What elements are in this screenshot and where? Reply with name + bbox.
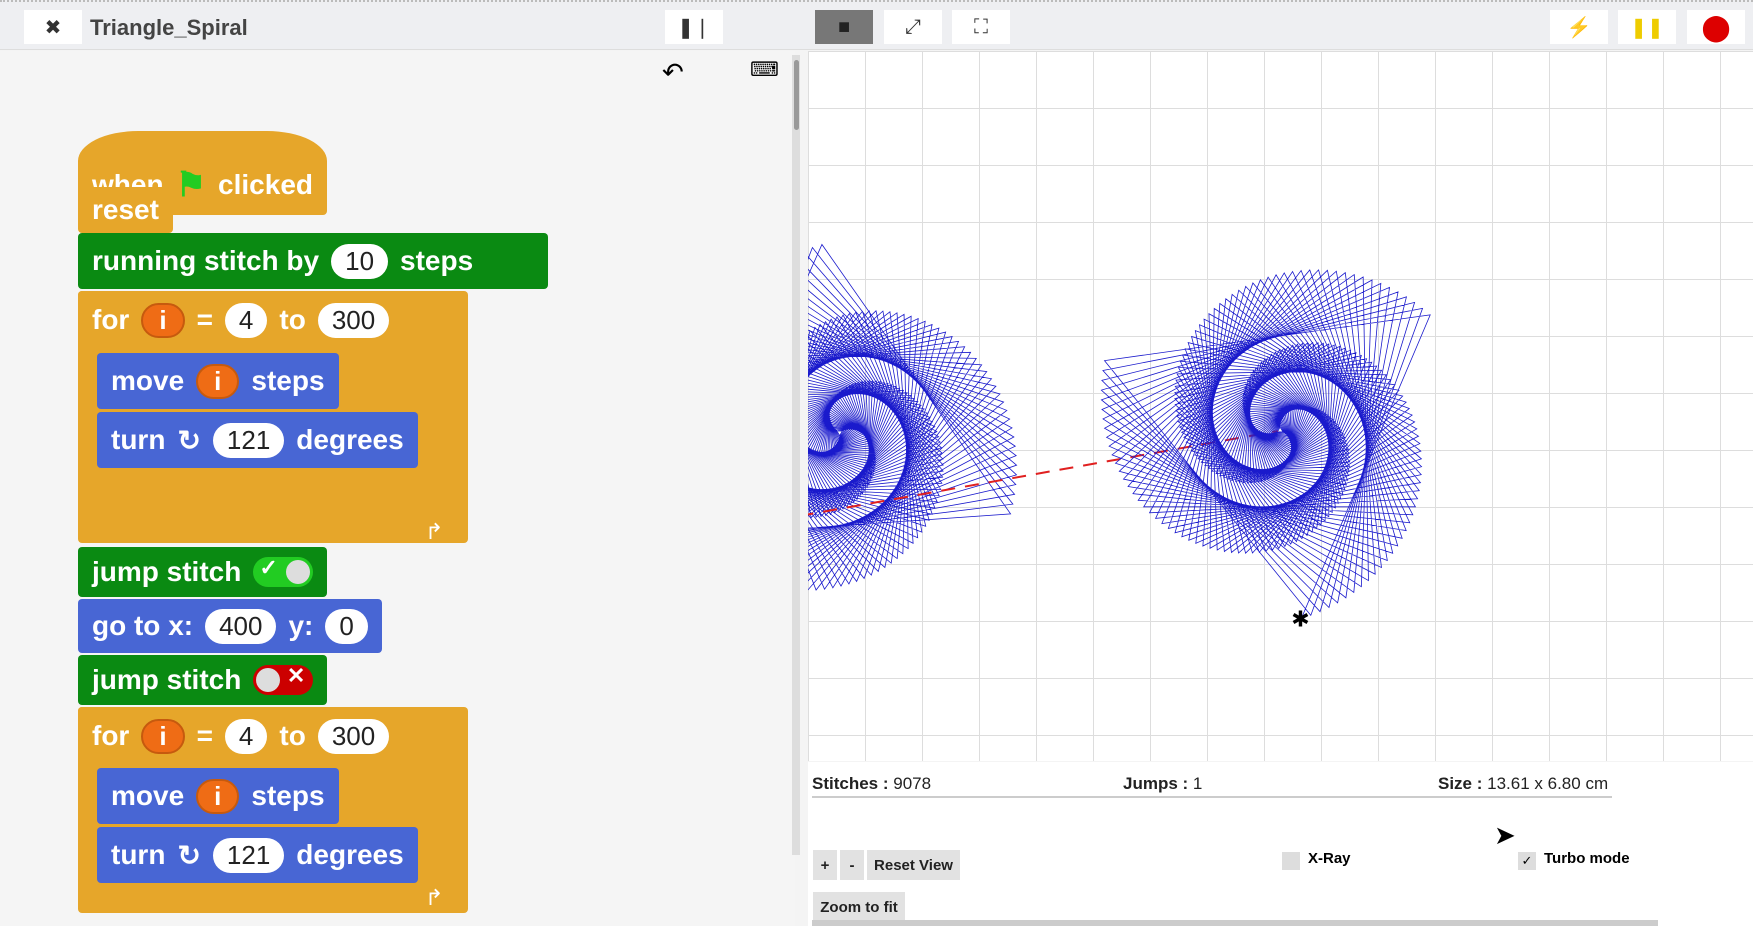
green-flag-icon[interactable]: ⚡ [1550, 10, 1608, 44]
toggle-off[interactable]: ✕ [253, 663, 314, 695]
jump-stitch-off-block[interactable]: jump stitch ✕ [78, 655, 328, 705]
cursor-icon: ➤ [1494, 820, 1516, 850]
spiral-right [1100, 269, 1431, 619]
running-stitch-block[interactable]: running stitch by 10 steps [78, 233, 548, 289]
variable-reporter[interactable]: i [196, 363, 240, 399]
for-loop-2-header[interactable]: for i = 4 to 300 [78, 707, 404, 765]
from-input[interactable]: 4 [224, 302, 268, 338]
for-loop-1-header[interactable]: for i = 4 to 300 [78, 291, 404, 349]
footprints-icon[interactable]: ❚❘ [665, 10, 723, 44]
degrees-input[interactable]: 121 [212, 422, 285, 458]
turtle-icon: ✱ [1291, 607, 1309, 632]
turbo-label: Turbo mode [1544, 850, 1630, 867]
stage-layout-icon[interactable]: ■ [815, 10, 873, 44]
turn-block[interactable]: turn ↻ 121 degrees [97, 412, 418, 468]
degrees-input[interactable]: 121 [212, 837, 285, 873]
reset-view-button[interactable]: Reset View [867, 850, 960, 880]
loop-arrow-icon: ↱ [425, 519, 444, 544]
horizontal-scrollbar[interactable] [812, 920, 1658, 926]
turn-block[interactable]: turn ↻ 121 degrees [97, 827, 418, 883]
embroidery-preview: ✱ [681, 243, 1431, 632]
expand-icon[interactable]: ⤢ [884, 10, 942, 44]
toggle-on[interactable]: ✓ [253, 555, 314, 587]
script-scrollbar[interactable] [792, 55, 800, 855]
from-input[interactable]: 4 [224, 718, 268, 754]
zoom-out-button[interactable]: - [840, 850, 864, 880]
steps-input[interactable]: 10 [331, 243, 389, 279]
xray-label: X-Ray [1308, 850, 1351, 867]
move-block[interactable]: move i steps [97, 768, 339, 824]
loop-variable[interactable]: i [141, 718, 185, 754]
xray-checkbox[interactable] [1282, 852, 1300, 870]
stop-icon[interactable]: ⬤ [1687, 10, 1745, 44]
stitches-stat: Stitches : 9078 [812, 774, 932, 793]
x-input[interactable]: 400 [205, 608, 277, 644]
to-input[interactable]: 300 [317, 302, 390, 338]
reset-block[interactable]: reset [78, 187, 173, 233]
turn-right-icon: ↻ [177, 424, 201, 456]
keyboard-icon[interactable]: ⌨ [750, 57, 779, 82]
spiral-left [681, 243, 1018, 592]
fullscreen-icon[interactable]: ⛶ [952, 10, 1010, 44]
to-input[interactable]: 300 [317, 718, 390, 754]
size-stat: Size : 13.61 x 6.80 cm [1438, 774, 1609, 793]
scrollbar-thumb[interactable] [794, 60, 799, 130]
go-to-xy-block[interactable]: go to x: 400 y: 0 [78, 599, 382, 653]
green-flag-icon: ⚑ [175, 166, 207, 204]
turbo-checkbox[interactable]: ✓ [1518, 852, 1536, 870]
pause-icon[interactable]: ❚❚ [1618, 10, 1676, 44]
script-area: ↶ ⌨ when ⚑ clicked reset running stitch … [0, 51, 795, 926]
info-panel: Stitches : 9078 Jumps : 1 Size : 13.61 x… [808, 762, 1753, 926]
loop-arrow-icon: ↱ [425, 885, 444, 910]
loop-variable[interactable]: i [141, 302, 185, 338]
divider [812, 796, 1612, 798]
undo-icon[interactable]: ↶ [662, 57, 684, 88]
turn-right-icon: ↻ [177, 839, 201, 871]
project-title: Triangle_Spiral [90, 15, 248, 40]
top-bar: ✖ Triangle_Spiral ❚❘ ■ ⤢ ⛶ ⚡ ❚❚ ⬤ [0, 0, 1753, 50]
jump-stitch-on-block[interactable]: jump stitch ✓ [78, 547, 328, 597]
y-input[interactable]: 0 [325, 608, 368, 644]
variable-reporter[interactable]: i [196, 778, 240, 814]
zoom-in-button[interactable]: + [813, 850, 837, 880]
zoom-to-fit-button[interactable]: Zoom to fit [813, 892, 905, 922]
move-block[interactable]: move i steps [97, 353, 339, 409]
jumps-stat: Jumps : 1 [1123, 774, 1203, 793]
stage: ✱ [681, 51, 1753, 761]
puzzle-icon[interactable]: ✖ [24, 10, 82, 44]
